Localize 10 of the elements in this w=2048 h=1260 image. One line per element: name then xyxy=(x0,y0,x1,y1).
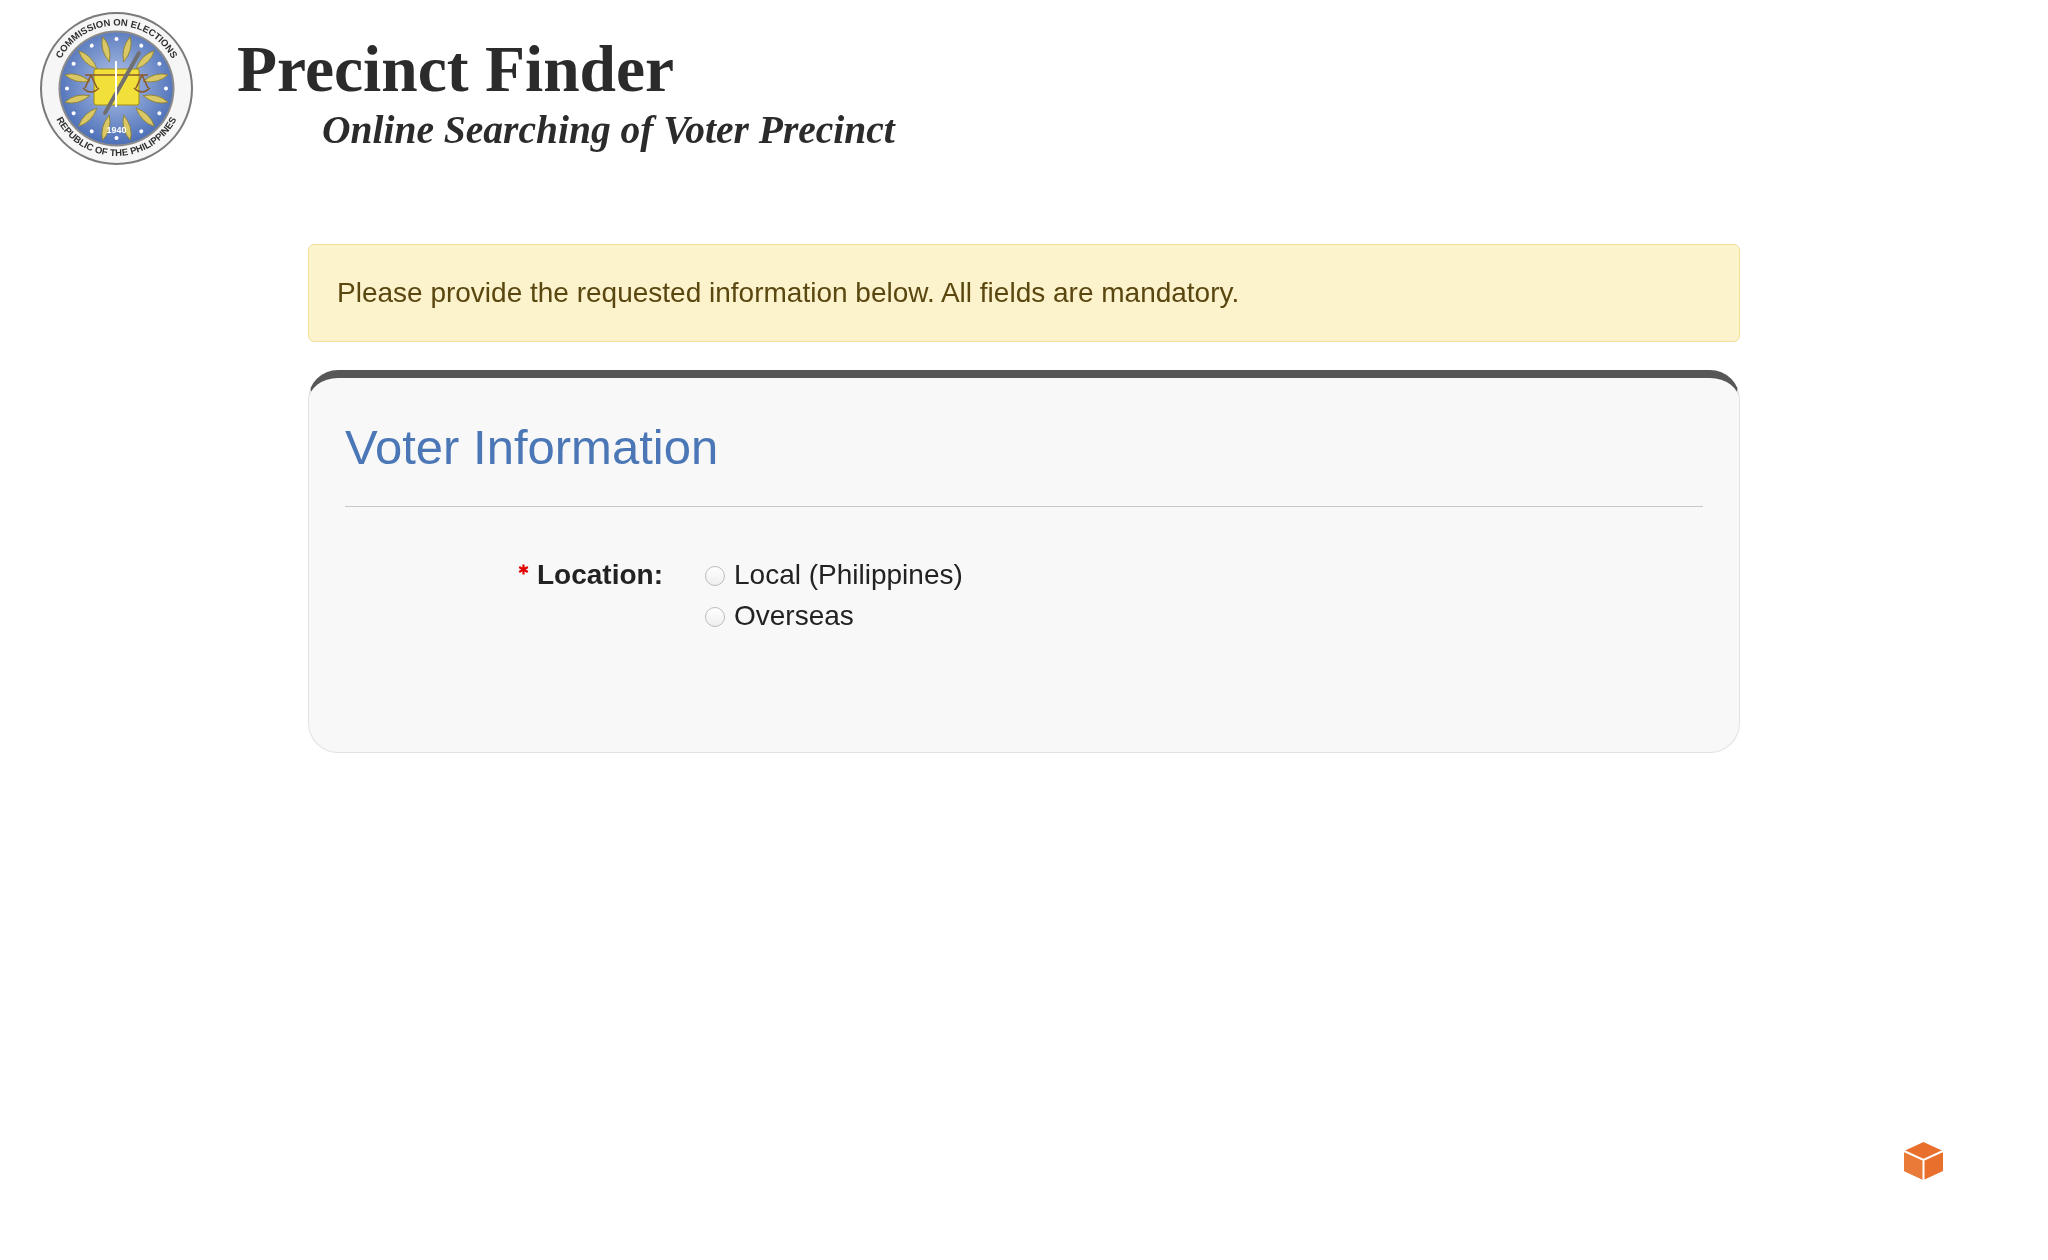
cube-icon[interactable] xyxy=(1903,1141,1944,1181)
page-subtitle: Online Searching of Voter Precinct xyxy=(322,110,895,150)
section-title: Voter Information xyxy=(345,421,719,475)
radio-button[interactable] xyxy=(705,565,725,586)
radio-button[interactable] xyxy=(705,606,725,627)
option-label[interactable]: Overseas xyxy=(734,594,854,636)
alert-message: Please provide the requested information below. All fields are mandatory. xyxy=(337,277,1240,309)
field-label: Location: xyxy=(537,557,663,592)
page-title: Precinct Finder xyxy=(237,37,675,103)
option-label[interactable]: Local (Philippines) xyxy=(734,553,963,595)
